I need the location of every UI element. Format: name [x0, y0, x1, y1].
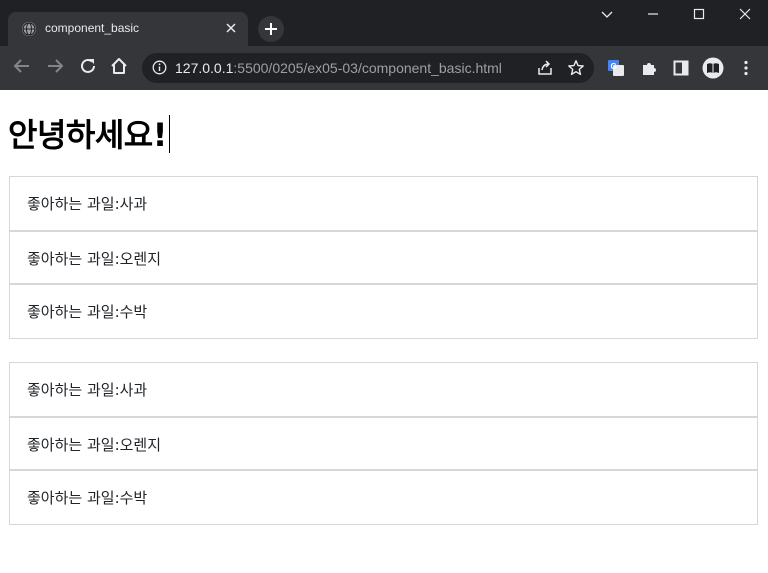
list-item: 좋아하는 과일:사과 [9, 176, 758, 231]
url-text[interactable]: 127.0.0.1:5500/0205/ex05-03/component_ba… [175, 60, 502, 76]
maximize-icon [693, 8, 705, 24]
page-viewport: 안녕하세요! 좋아하는 과일:사과 좋아하는 과일:오렌지 좋아하는 과일:수박… [0, 90, 768, 573]
fruit-list-2: 좋아하는 과일:사과 좋아하는 과일:오렌지 좋아하는 과일:수박 [9, 362, 758, 525]
info-icon[interactable] [152, 60, 167, 75]
minimize-icon [647, 9, 659, 24]
forward-arrow-icon[interactable] [44, 57, 66, 79]
window-close-button[interactable] [722, 0, 768, 30]
close-icon[interactable] [222, 19, 240, 37]
home-icon[interactable] [108, 57, 130, 79]
list-item: 좋아하는 과일:사과 [9, 362, 758, 417]
chevron-down-icon [601, 9, 613, 24]
list-item: 좋아하는 과일:수박 [9, 470, 758, 525]
reload-icon[interactable] [77, 57, 99, 79]
sidepanel-icon[interactable] [672, 59, 690, 77]
new-tab-button[interactable] [258, 16, 284, 42]
browser-toolbar: 127.0.0.1:5500/0205/ex05-03/component_ba… [0, 46, 768, 90]
close-icon [739, 8, 751, 24]
back-arrow-icon[interactable] [11, 57, 33, 79]
url-host: 127.0.0.1 [175, 60, 234, 76]
plus-icon [264, 17, 278, 41]
address-bar[interactable]: 127.0.0.1:5500/0205/ex05-03/component_ba… [142, 53, 594, 83]
tab-title: component_basic [45, 21, 140, 35]
minimize-button[interactable] [630, 0, 676, 30]
browser-tab[interactable]: component_basic [8, 12, 248, 46]
svg-text:G: G [611, 62, 617, 71]
title-bar: component_basic [0, 0, 768, 46]
fruit-list-1: 좋아하는 과일:사과 좋아하는 과일:오렌지 좋아하는 과일:수박 [9, 176, 758, 339]
maximize-button[interactable] [676, 0, 722, 30]
url-path: :5500/0205/ex05-03/component_basic.html [233, 60, 502, 76]
star-icon[interactable] [567, 59, 585, 77]
heading-text: 안녕하세요! [8, 116, 167, 154]
list-item: 좋아하는 과일:오렌지 [9, 416, 758, 471]
puzzle-icon[interactable] [640, 59, 658, 77]
globe-icon [22, 22, 36, 36]
text-cursor [168, 115, 170, 153]
tab-search-button[interactable] [584, 0, 630, 30]
kebab-menu-icon[interactable] [737, 59, 755, 77]
list-item: 좋아하는 과일:수박 [9, 284, 758, 339]
translate-icon[interactable]: G [607, 59, 625, 77]
page-heading: 안녕하세요! [8, 110, 170, 156]
profile-icon[interactable] [702, 57, 724, 79]
list-item: 좋아하는 과일:오렌지 [9, 230, 758, 285]
share-icon[interactable] [536, 59, 554, 77]
